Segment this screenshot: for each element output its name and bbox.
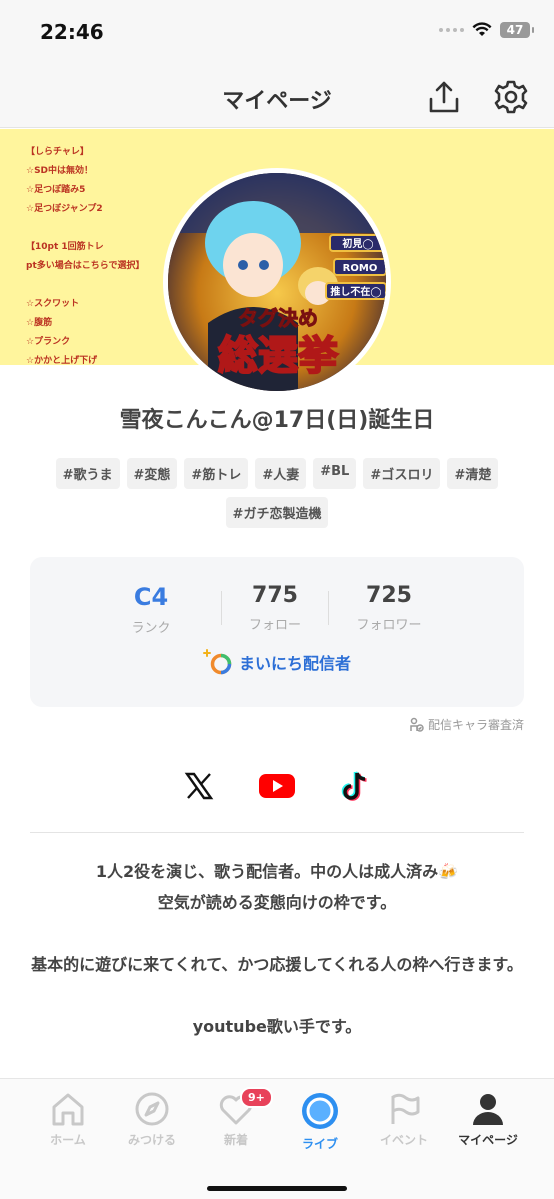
tab-label: ライブ [301,1137,338,1151]
tag-item[interactable]: #歌うま [55,458,120,489]
follow-stat[interactable]: 775 フォロー [220,583,330,633]
verified-icon [410,717,424,732]
profile-bio: 1人2役を演じ、歌う配信者。中の人は成人済み🍻 空気が読める変態向けの枠です。 … [30,856,524,1042]
tag-item[interactable]: #筋トレ [184,458,249,489]
home-indicator [207,1186,347,1191]
banner-note: 【しらチャレ】 [26,147,89,157]
banner-note: ☆かかと上げ下げ [26,356,98,366]
social-links [0,768,554,804]
avatar[interactable]: 初見◯ ROMO 推し不在◯ タグ決め 総選挙 [163,168,391,396]
banner-note: ☆足つぼジャンプ2 [26,204,103,214]
avatar-title: 総選挙 [218,333,338,379]
stat-divider [328,591,329,625]
tag-item[interactable]: #変態 [126,458,178,489]
wifi-icon [472,22,492,36]
follower-label: フォロワー [356,618,422,633]
rank-value: C4 [133,583,169,611]
gear-icon[interactable] [492,78,530,116]
profile-name: 雪夜こんこん@17日(日)誕生日 [119,408,435,433]
youtube-icon[interactable] [255,768,299,804]
live-icon [302,1093,338,1129]
banner-note: ☆SD中は無効！ [26,166,94,176]
tab-new[interactable]: 9+ 新着 [194,1079,278,1199]
battery-icon: 47 [500,22,534,38]
avatar-tag: 推し不在◯ [330,285,381,298]
tag-item[interactable]: #清楚 [447,458,499,489]
page-header: マイページ [0,66,554,128]
banner-note: pt多い場合はこちらで選択】 [26,261,145,271]
avatar-subtitle: タグ決め [238,306,318,330]
follower-value: 725 [366,583,412,608]
avatar-tag: 初見◯ [342,237,373,250]
status-bar: 22:46 47 [0,0,554,66]
daily-badge-label: まいにち配信者 [238,654,351,673]
page-title: マイページ [222,89,332,114]
notification-badge: 9+ [240,1087,273,1108]
flag-icon [391,1093,420,1124]
rank-stat[interactable]: C4 ランク [96,583,206,636]
tag-item[interactable]: #BL [313,458,357,489]
tag-list: #歌うま #変態 #筋トレ #人妻 #BL #ゴスロリ #清楚 #ガチ恋製造機 [40,458,514,528]
banner-note: ☆スクワット [26,299,80,309]
bio-line: 基本的に遊びに来てくれて、かつ応援してくれる人の枠へ行きます。 [31,955,523,974]
compass-icon [135,1092,169,1126]
banner-note: ☆プランク [26,337,71,347]
follow-label: フォロー [248,618,301,633]
tab-label: 新着 [223,1133,248,1147]
tab-label: みつける [127,1133,176,1147]
tab-event[interactable]: イベント [362,1079,446,1199]
tab-label: マイページ [458,1133,518,1147]
x-icon[interactable] [177,768,221,804]
daily-streamer-badge[interactable]: まいにち配信者 [30,649,524,675]
review-note: 配信キャラ審査済 [408,716,524,733]
tag-item[interactable]: #ゴスロリ [363,458,441,489]
tab-label: イベント [379,1133,428,1147]
section-divider [30,832,524,833]
rank-label: ランク [131,621,171,636]
tab-mypage[interactable]: マイページ [446,1079,530,1199]
share-icon[interactable] [425,78,463,116]
follow-value: 775 [252,583,298,608]
bottom-tab-bar: ホーム みつける 9+ 新着 ライブ イベント マイページ [0,1078,554,1199]
tag-item[interactable]: #人妻 [255,458,307,489]
tab-live[interactable]: ライブ [278,1079,362,1199]
tag-item[interactable]: #ガチ恋製造機 [225,497,329,528]
stats-card: C4 ランク 775 フォロー 725 フォロワー まいにち配信者 [30,557,524,707]
tab-home[interactable]: ホーム [26,1079,110,1199]
avatar-tag: ROMO [343,263,378,274]
status-icons: 47 [439,22,534,38]
ring-icon [202,649,232,675]
follower-stat[interactable]: 725 フォロワー [334,583,444,633]
banner-note: ☆腹筋 [26,318,53,328]
person-icon [473,1094,503,1125]
banner-note: 【10pt 1回筋トレ [26,242,104,252]
banner-notes: 【しらチャレ】 ☆SD中は無効！ ☆足つぼ踏み5 ☆足つぼジャンプ2 【10pt… [26,143,144,371]
tab-discover[interactable]: みつける [110,1079,194,1199]
home-icon [52,1093,84,1126]
bio-line: youtube歌い手です。 [192,1017,362,1036]
bio-line: 1人2役を演じ、歌う配信者。中の人は成人済み🍻 [95,862,459,881]
review-note-label: 配信キャラ審査済 [427,718,524,732]
bio-line: 空気が読める変態向けの枠です。 [157,893,397,912]
tab-label: ホーム [50,1133,86,1147]
signal-icon [439,28,464,32]
banner-note: ☆足つぼ踏み5 [26,185,86,195]
tiktok-icon[interactable] [333,768,377,804]
status-time: 22:46 [40,20,104,44]
